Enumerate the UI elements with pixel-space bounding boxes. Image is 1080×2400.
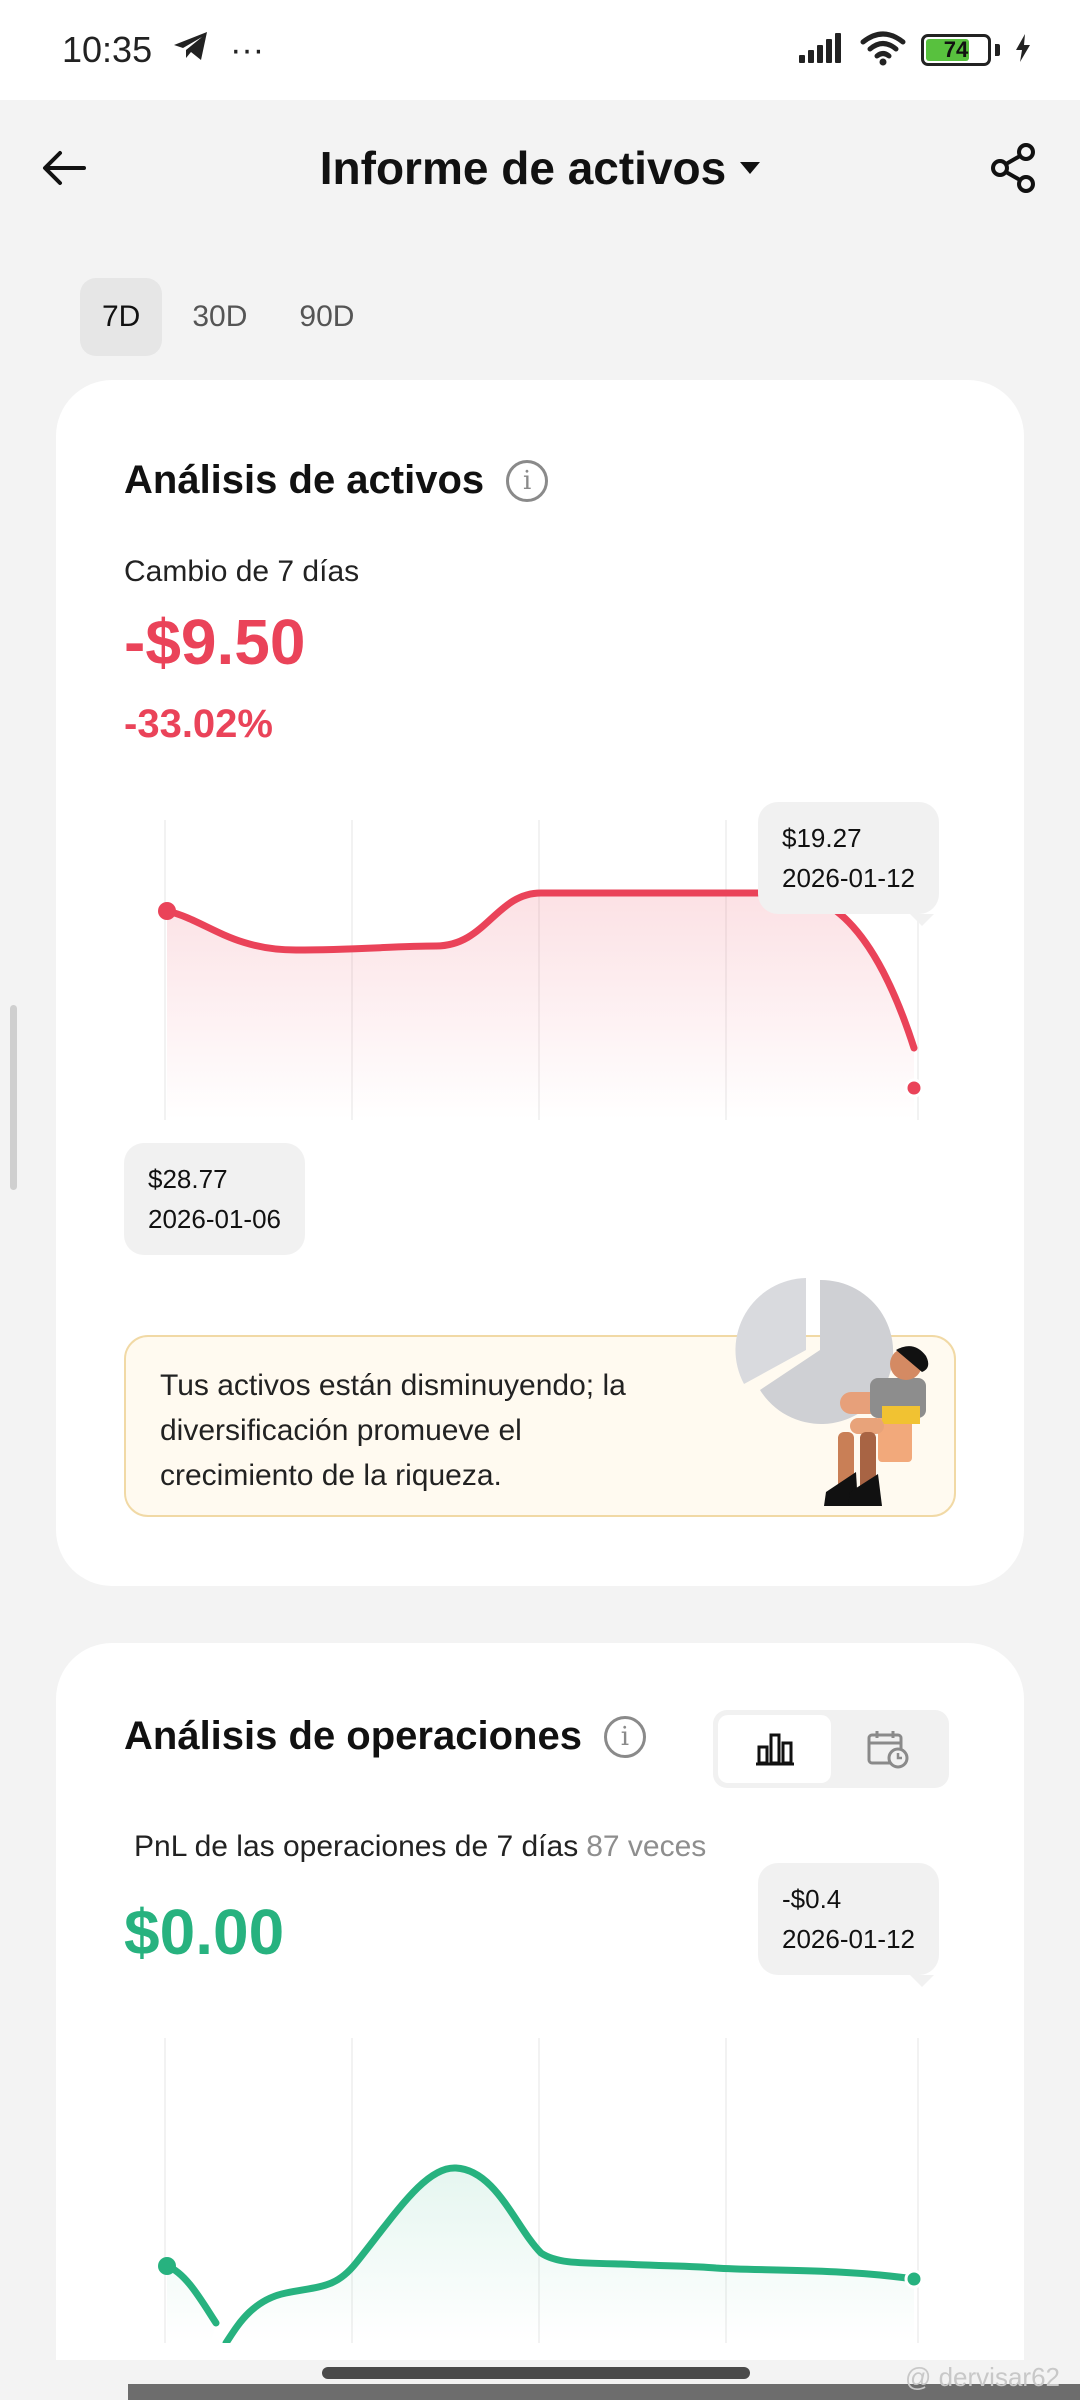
telegram-icon <box>172 29 210 72</box>
asset-start-date: 2026-01-06 <box>148 1204 281 1234</box>
view-toggle <box>713 1710 949 1788</box>
pnl-end-date: 2026-01-12 <box>782 1924 915 1954</box>
change-value: -$9.50 <box>124 606 306 678</box>
asset-end-tooltip: $19.27 2026-01-12 <box>758 802 939 926</box>
pnl-start-point[interactable] <box>158 2257 176 2275</box>
operations-analysis-header: Análisis de operaciones i <box>124 1714 646 1759</box>
asset-end-value: $19.27 <box>782 823 862 853</box>
pnl-end-point[interactable] <box>904 2269 924 2289</box>
more-indicator: ··· <box>230 30 265 69</box>
battery-icon: 74 <box>921 34 991 66</box>
pnl-end-tooltip: -$0.4 2026-01-12 <box>758 1863 939 1987</box>
calendar-clock-icon[interactable] <box>831 1715 944 1783</box>
home-indicator[interactable] <box>322 2367 750 2379</box>
charging-icon <box>1014 33 1032 68</box>
pie-chart-illustration-icon <box>735 1278 929 1506</box>
pnl-label-row: PnL de las operaciones de 7 días 87 veces <box>134 1830 706 1864</box>
pnl-line-chart <box>158 2038 924 2343</box>
back-arrow-icon[interactable] <box>36 140 92 196</box>
change-label: Cambio de 7 días <box>124 555 360 588</box>
info-icon[interactable]: i <box>603 1715 646 1758</box>
pnl-label: PnL de las operaciones de 7 días <box>134 1830 579 1863</box>
scroll-indicator[interactable] <box>10 1005 17 1190</box>
status-time: 10:35 <box>62 29 153 70</box>
pnl-value: $0.00 <box>124 1896 285 1968</box>
asset-end-date: 2026-01-12 <box>782 863 915 893</box>
page-title: Informe de activos <box>319 141 727 194</box>
asset-start-point[interactable] <box>158 902 176 920</box>
asset-end-point[interactable] <box>904 1078 924 1098</box>
change-percent: -33.02% <box>124 702 273 746</box>
asset-analysis-title: Análisis de activos <box>124 458 485 502</box>
tab-7d[interactable]: 7D <box>80 278 163 356</box>
watermark: @ dervisar62 <box>904 2362 1060 2392</box>
period-tabs: 7D 30D 90D <box>80 278 376 356</box>
tab-90d[interactable]: 90D <box>277 278 376 356</box>
asset-start-value: $28.77 <box>148 1164 228 1194</box>
asset-start-tooltip: $28.77 2026-01-06 <box>124 1143 305 1255</box>
battery-level: 74 <box>943 37 969 62</box>
report-selector[interactable]: Informe de activos <box>319 141 761 195</box>
wifi-icon <box>859 30 907 71</box>
asset-area-fill <box>167 893 914 1120</box>
app-header: Informe de activos <box>0 100 1080 235</box>
asset-analysis-card: Análisis de activos i Cambio de 7 días -… <box>56 380 1024 1586</box>
caret-down-icon <box>740 161 761 174</box>
pnl-end-value: -$0.4 <box>782 1884 842 1914</box>
battery-cap <box>995 44 1000 56</box>
share-icon[interactable] <box>984 138 1044 198</box>
operations-analysis-title: Análisis de operaciones <box>124 1714 582 1758</box>
asset-analysis-header: Análisis de activos i <box>124 458 549 503</box>
status-bar: 10:35 ··· 74 <box>0 0 1080 100</box>
operations-analysis-card: Análisis de operaciones i PnL de las ope… <box>56 1643 1024 2400</box>
tab-30d[interactable]: 30D <box>170 278 269 356</box>
bar-chart-icon[interactable] <box>718 1715 831 1783</box>
trade-count: 87 veces <box>586 1830 707 1863</box>
signal-icon <box>797 31 845 70</box>
tip-text: Tus activos están disminuyendo; la diver… <box>160 1369 626 1492</box>
info-icon[interactable]: i <box>506 459 549 502</box>
